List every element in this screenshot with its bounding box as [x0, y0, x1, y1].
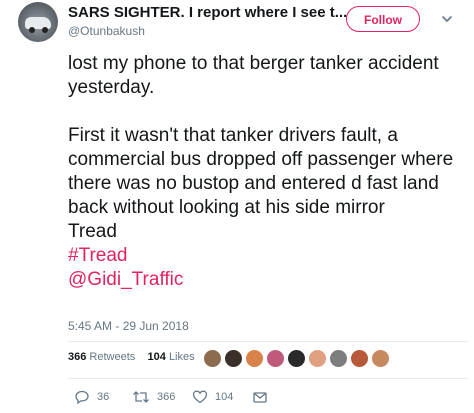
- tweet-header: SARS SIGHTER. I report where I see t... …: [18, 2, 462, 42]
- liker-avatar[interactable]: [371, 349, 390, 368]
- retweet-count: 366: [157, 391, 176, 403]
- tweet-text: lost my phone to that berger tanker acci…: [68, 52, 468, 292]
- tweet-card: SARS SIGHTER. I report where I see t... …: [0, 0, 474, 413]
- reply-count: 36: [97, 391, 110, 403]
- tweet-actions: 36 366 104: [68, 387, 448, 407]
- envelope-icon: [253, 392, 267, 403]
- liker-avatar[interactable]: [329, 349, 348, 368]
- liker-avatar[interactable]: [245, 349, 264, 368]
- like-button[interactable]: 104: [192, 387, 233, 407]
- user-handle[interactable]: @Otunbakush: [68, 24, 145, 38]
- retweet-icon: [133, 391, 149, 403]
- divider: [68, 378, 468, 379]
- tweet-line: Tread: [68, 221, 117, 242]
- reply-button[interactable]: 36: [74, 387, 109, 407]
- avatar[interactable]: [18, 2, 58, 42]
- liker-avatar[interactable]: [287, 349, 306, 368]
- tweet-paragraph: lost my phone to that berger tanker acci…: [68, 53, 439, 98]
- chevron-down-icon[interactable]: [440, 12, 454, 26]
- likes-stat[interactable]: 104 Likes: [148, 351, 195, 363]
- tweet-timestamp[interactable]: 5:45 AM - 29 Jun 2018: [68, 319, 189, 333]
- liker-avatar[interactable]: [224, 349, 243, 368]
- heart-icon: [192, 390, 208, 404]
- reply-icon: [75, 390, 89, 405]
- like-count: 104: [215, 391, 234, 403]
- mention-link[interactable]: @Gidi_Traffic: [68, 269, 183, 290]
- follow-button[interactable]: Follow: [346, 6, 420, 32]
- liker-avatar[interactable]: [350, 349, 369, 368]
- liker-avatar[interactable]: [266, 349, 285, 368]
- tweet-paragraph: First it wasn't that tanker drivers faul…: [68, 125, 454, 218]
- direct-message-button[interactable]: [252, 387, 268, 407]
- liker-avatar[interactable]: [203, 349, 222, 368]
- retweets-stat[interactable]: 366 Retweets: [68, 351, 135, 363]
- retweet-button[interactable]: 366: [132, 387, 175, 407]
- tweet-stats: 366 Retweets 104 Likes: [68, 351, 195, 363]
- user-display-name[interactable]: SARS SIGHTER. I report where I see t...: [68, 4, 347, 21]
- liker-avatar[interactable]: [308, 349, 327, 368]
- divider: [68, 341, 468, 342]
- hashtag-link[interactable]: #Tread: [68, 245, 128, 266]
